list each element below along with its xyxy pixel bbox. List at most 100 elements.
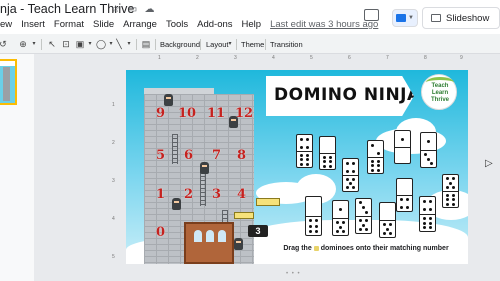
domino-half-bottom — [320, 153, 335, 169]
domino-pip — [329, 160, 333, 163]
ruler-tick: 8 — [424, 55, 427, 61]
theme-button[interactable]: Theme — [241, 40, 264, 49]
folder-icon[interactable]: ▭ — [126, 3, 139, 16]
slideshow-button[interactable]: Slideshow — [422, 7, 500, 29]
ruler-tick: 5 — [310, 55, 313, 61]
menu-view[interactable]: ew — [0, 19, 12, 30]
image-icon[interactable]: ▣ — [75, 39, 85, 49]
menu-help[interactable]: Help — [242, 19, 262, 30]
domino-pip — [299, 162, 303, 166]
domino-pip — [429, 208, 433, 212]
domino-pip — [299, 153, 303, 157]
door-window — [218, 230, 226, 242]
domino-half-top — [421, 133, 436, 150]
domino-half-top — [320, 137, 335, 153]
zoom-chevron-icon[interactable]: ▾ — [29, 39, 39, 49]
layout-chevron-icon[interactable]: ▾ — [225, 39, 235, 49]
speaker-notes-handle[interactable]: • • • — [286, 271, 301, 277]
domino-half-top — [368, 141, 383, 157]
last-edit-link[interactable]: Last edit was 3 hours ago — [270, 19, 378, 30]
domino-tile[interactable] — [319, 136, 336, 170]
menu-slide[interactable]: Slide — [93, 19, 114, 30]
domino-half-bottom — [395, 147, 410, 163]
paint-format-icon[interactable]: ↺ — [0, 39, 8, 49]
image-chevron-icon[interactable]: ▾ — [85, 39, 95, 49]
menu-add-ons[interactable]: Add-ons — [197, 19, 232, 30]
line-icon[interactable]: ╲ — [114, 39, 124, 49]
instruction-text-start: Drag the — [283, 245, 312, 252]
menu-format[interactable]: Format — [54, 19, 84, 30]
transition-button[interactable]: Transition — [270, 40, 303, 49]
ruler-tick: 3 — [234, 55, 237, 61]
building-number: 1 — [156, 187, 166, 202]
ladder — [200, 172, 206, 206]
shape-icon[interactable]: ◯ — [96, 39, 106, 49]
domino-pip — [329, 155, 333, 159]
domino-tile[interactable] — [355, 198, 372, 234]
domino-pip — [406, 205, 410, 209]
background-button[interactable]: Background — [160, 40, 200, 49]
domino-pip — [322, 155, 326, 159]
domino-tile[interactable] — [419, 196, 436, 232]
comment-history-icon[interactable] — [364, 9, 379, 21]
domino-half-top — [443, 175, 458, 191]
domino-tile[interactable] — [296, 134, 313, 168]
door-window — [194, 230, 202, 242]
comment-add-icon[interactable]: ▤ — [141, 39, 151, 49]
domino-tile[interactable] — [332, 200, 349, 236]
mouse-cursor-icon: ▷ — [485, 158, 493, 169]
domino-pip — [429, 199, 433, 203]
domino-pip — [315, 219, 319, 223]
domino-tile[interactable] — [305, 196, 322, 236]
domino-tile[interactable] — [442, 174, 459, 208]
text-box-icon[interactable]: ⊡ — [61, 39, 71, 49]
domino-half-top — [420, 197, 435, 214]
star-icon[interactable]: ☆ — [109, 3, 122, 16]
direction-sign — [234, 212, 254, 219]
domino-pip — [389, 231, 393, 235]
menu-insert[interactable]: Insert — [21, 19, 45, 30]
instruction-text-end: dominoes onto their matching number — [320, 245, 449, 252]
building-number: 7 — [212, 148, 222, 163]
domino-half-top — [397, 179, 412, 195]
domino-pip — [299, 158, 303, 161]
menu-tools[interactable]: Tools — [166, 19, 188, 30]
domino-pip — [422, 226, 426, 230]
horizontal-ruler[interactable]: 1 2 3 4 5 6 7 8 9 — [126, 55, 468, 62]
ninja-figure — [200, 162, 209, 174]
ninja-figure — [229, 116, 238, 128]
domino-pip — [422, 216, 426, 220]
domino-pip — [358, 219, 362, 223]
domino-tile[interactable] — [396, 178, 413, 212]
menu-arrange[interactable]: Arrange — [123, 19, 157, 30]
toolbar: ↺ ⊕ ▾ ↖ ⊡ ▣ ▾ ◯ ▾ ╲ ▾ ▤ Background Layou… — [0, 35, 500, 54]
domino-pip — [429, 221, 433, 225]
domino-pip — [423, 153, 427, 157]
domino-pip — [345, 161, 349, 165]
slide-thumbnail[interactable] — [0, 59, 17, 105]
domino-pip — [342, 221, 346, 225]
domino-pip — [362, 223, 365, 227]
domino-tile[interactable] — [342, 158, 359, 192]
domino-tile[interactable] — [420, 132, 437, 168]
divider — [41, 39, 42, 50]
domino-pip — [370, 143, 374, 147]
select-cursor-icon[interactable]: ↖ — [47, 39, 57, 49]
domino-pip — [449, 181, 452, 185]
domino-tile[interactable] — [379, 202, 396, 238]
slide[interactable]: 9 10 11 12 5 6 7 8 1 2 3 4 0 3 DOMINO NI… — [126, 70, 468, 264]
present-options-button[interactable]: ▼ — [392, 9, 418, 27]
ruler-tick: 4 — [272, 55, 275, 61]
ruler-tick: 1 — [158, 55, 161, 61]
vertical-ruler[interactable]: 1 2 3 4 5 — [112, 70, 118, 265]
ruler-tick: 7 — [386, 55, 389, 61]
domino-pip — [335, 221, 339, 225]
app-header: nja - Teach Learn Thrive ☆ ▭ ☁ ew Insert… — [0, 0, 500, 34]
zoom-icon[interactable]: ⊕ — [18, 39, 28, 49]
cloud-icon[interactable]: ☁ — [143, 3, 156, 16]
domino-tile[interactable] — [394, 130, 411, 164]
domino-pip — [345, 169, 349, 173]
line-chevron-icon[interactable]: ▾ — [124, 39, 134, 49]
domino-tile[interactable] — [367, 140, 384, 174]
direction-sign — [256, 198, 280, 206]
